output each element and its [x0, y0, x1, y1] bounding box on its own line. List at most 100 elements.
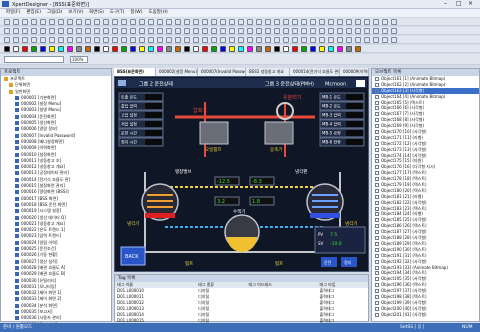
toolbar-icon[interactable]: [238, 28, 244, 34]
toolbar-icon[interactable]: [13, 19, 19, 25]
visibility-checkbox[interactable]: [375, 171, 379, 176]
toolbar-icon[interactable]: [364, 37, 370, 43]
toolbar-icon[interactable]: [22, 46, 28, 52]
toolbar-icon[interactable]: [283, 19, 289, 25]
toolbar-icon[interactable]: [265, 28, 271, 34]
toolbar-icon[interactable]: [328, 37, 334, 43]
toolbar-icon[interactable]: [130, 46, 136, 52]
toolbar-icon[interactable]: [202, 28, 208, 34]
visibility-checkbox[interactable]: [375, 253, 379, 258]
visibility-checkbox[interactable]: [375, 271, 379, 276]
toolbar-icon[interactable]: [139, 37, 145, 43]
toolbar-icon[interactable]: [310, 28, 316, 34]
home-right-icon[interactable]: [356, 80, 365, 87]
toolbar-icon[interactable]: [211, 46, 217, 52]
visibility-checkbox[interactable]: [375, 82, 379, 87]
toolbar-icon[interactable]: [76, 19, 82, 25]
toolbar-icon[interactable]: [274, 46, 280, 52]
toolbar-icon[interactable]: [229, 46, 235, 52]
toolbar-icon[interactable]: [85, 37, 91, 43]
toolbar-icon[interactable]: [148, 37, 154, 43]
toolbar-icon[interactable]: [58, 28, 64, 34]
toolbar-icon[interactable]: [139, 46, 145, 52]
toolbar-icon[interactable]: [202, 19, 208, 25]
toolbar-icon[interactable]: [112, 46, 118, 52]
toolbar-icon[interactable]: [382, 19, 388, 25]
toolbar-icon[interactable]: [310, 19, 316, 25]
toolbar-icon[interactable]: [40, 46, 46, 52]
toolbar-icon[interactable]: [274, 19, 280, 25]
toolbar-icon[interactable]: [166, 28, 172, 34]
toolbar-icon[interactable]: [103, 19, 109, 25]
menu-item-1[interactable]: 편집(E): [26, 9, 41, 17]
toolbar-icon[interactable]: [319, 28, 325, 34]
toolbar-icon[interactable]: [67, 28, 73, 34]
toolbar-icon[interactable]: [121, 28, 127, 34]
toolbar-icon[interactable]: [220, 46, 226, 52]
toolbar-icon[interactable]: [166, 19, 172, 25]
maximize-button[interactable]: □: [456, 1, 462, 7]
visibility-checkbox[interactable]: [375, 212, 379, 217]
toolbar-icon[interactable]: [31, 28, 37, 34]
toolbar-icon[interactable]: [31, 19, 37, 25]
visibility-checkbox[interactable]: [375, 106, 379, 111]
zoom-select[interactable]: 100%: [70, 56, 88, 63]
toolbar-icon[interactable]: [256, 37, 262, 43]
visibility-checkbox[interactable]: [375, 241, 379, 246]
visibility-checkbox[interactable]: [375, 247, 379, 252]
toolbar-icon[interactable]: [112, 28, 118, 34]
toolbar-icon[interactable]: [148, 28, 154, 34]
toolbar-icon[interactable]: [193, 28, 199, 34]
visibility-checkbox[interactable]: [375, 265, 379, 270]
visibility-checkbox[interactable]: [375, 306, 379, 311]
visibility-checkbox[interactable]: [375, 141, 379, 146]
toolbar-icon[interactable]: [283, 37, 289, 43]
visibility-checkbox[interactable]: [375, 118, 379, 123]
toolbar-icon[interactable]: [238, 19, 244, 25]
toolbar-icon[interactable]: [193, 46, 199, 52]
toolbar-icon[interactable]: [346, 19, 352, 25]
visibility-checkbox[interactable]: [375, 230, 379, 235]
toolbar-icon[interactable]: [382, 28, 388, 34]
toolbar-icon[interactable]: [211, 28, 217, 34]
menu-item-6[interactable]: 창(W): [130, 9, 142, 17]
visibility-checkbox[interactable]: [375, 300, 379, 305]
visibility-checkbox[interactable]: [375, 289, 379, 294]
toolbar-icon[interactable]: [22, 37, 28, 43]
document-tab[interactable]: 000007(Invalid Password): [198, 68, 246, 76]
toolbar-icon[interactable]: [49, 28, 55, 34]
toolbar-icon[interactable]: [220, 28, 226, 34]
toolbar-icon[interactable]: [85, 46, 91, 52]
menu-item-7[interactable]: 도움말(H): [148, 9, 167, 17]
toolbar-icon[interactable]: [13, 28, 19, 34]
toolbar-icon[interactable]: [256, 19, 262, 25]
toolbar-icon[interactable]: [175, 46, 181, 52]
toolbar-icon[interactable]: [364, 28, 370, 34]
toolbar-icon[interactable]: [355, 28, 361, 34]
toolbar-icon[interactable]: [193, 19, 199, 25]
toolbar-icon[interactable]: [58, 37, 64, 43]
toolbar-icon[interactable]: [319, 19, 325, 25]
toolbar-icon[interactable]: [112, 37, 118, 43]
toolbar-icon[interactable]: [319, 37, 325, 43]
toolbar-icon[interactable]: [13, 46, 19, 52]
menu-item-4[interactable]: 화면(S): [89, 9, 104, 17]
visibility-checkbox[interactable]: [375, 206, 379, 211]
toolbar-icon[interactable]: [58, 46, 64, 52]
toolbar-icon[interactable]: [175, 19, 181, 25]
close-button[interactable]: ×: [468, 1, 473, 7]
toolbar-icon[interactable]: [157, 19, 163, 25]
toolbar-icon[interactable]: [247, 19, 253, 25]
toolbar-icon[interactable]: [328, 19, 334, 25]
toolbar-icon[interactable]: [391, 28, 397, 34]
visibility-checkbox[interactable]: [375, 283, 379, 288]
toolbar-icon[interactable]: [157, 37, 163, 43]
toolbar-icon[interactable]: [76, 46, 82, 52]
toolbar-icon[interactable]: [121, 19, 127, 25]
toolbar-icon[interactable]: [22, 28, 28, 34]
toolbar-icon[interactable]: [274, 37, 280, 43]
toolbar-icon[interactable]: [94, 46, 100, 52]
toolbar-icon[interactable]: [4, 37, 10, 43]
visibility-checkbox[interactable]: [375, 224, 379, 229]
visibility-checkbox[interactable]: [375, 130, 379, 135]
